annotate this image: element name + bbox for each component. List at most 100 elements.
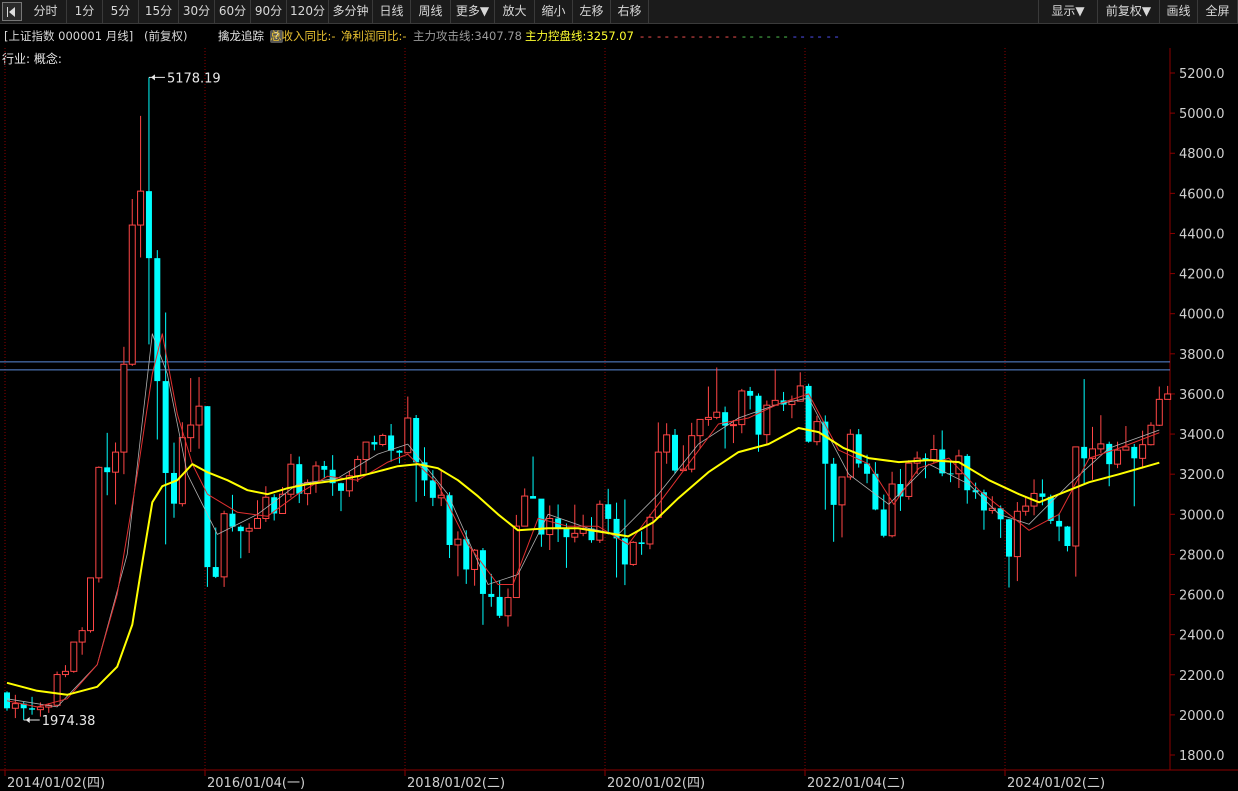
candle-2016-09 bbox=[271, 494, 278, 521]
candle-2024-02 bbox=[1013, 502, 1021, 582]
candle-2015-01 bbox=[104, 432, 111, 496]
kline-chart[interactable]: 5200.0 5000.0 4800.0 4600.0 4400.0 4200.0 4000… bbox=[0, 0, 1238, 791]
candle-2017-10 bbox=[379, 433, 387, 447]
candle-2015-08 bbox=[162, 312, 169, 545]
candle-2018-03 bbox=[421, 447, 428, 497]
low-price-label: 1974.38 bbox=[42, 714, 96, 729]
candle-2022-04 bbox=[830, 457, 837, 542]
candle-2018-10 bbox=[479, 547, 486, 625]
candle-2022-09 bbox=[872, 462, 879, 511]
candle-2014-10 bbox=[78, 627, 86, 655]
candle-2020-11 bbox=[688, 422, 696, 473]
candle-2017-02 bbox=[312, 461, 320, 493]
candle-2016-01 bbox=[204, 406, 211, 587]
y-tick-label-10: 3200.0 bbox=[1179, 468, 1225, 483]
y-tick-label-8: 3600.0 bbox=[1179, 388, 1225, 403]
x-tick-label-2: 2018/01/02(二) bbox=[407, 776, 505, 791]
candle-2021-01 bbox=[704, 386, 712, 426]
y-tick-label-11: 3000.0 bbox=[1179, 508, 1225, 523]
candle-2022-05 bbox=[838, 476, 846, 538]
candle-2025-04 bbox=[1131, 443, 1138, 507]
candle-2021-04 bbox=[729, 420, 737, 444]
candle-2016-05 bbox=[237, 525, 244, 559]
candle-2015-04 bbox=[128, 198, 136, 366]
y-tick-label-17: 1800.0 bbox=[1179, 749, 1225, 764]
high-arrow-icon bbox=[150, 74, 155, 81]
candle-2015-02 bbox=[112, 442, 120, 505]
candle-2024-04 bbox=[1030, 479, 1038, 516]
candle-2021-05 bbox=[738, 388, 746, 434]
candle-2024-07 bbox=[1056, 513, 1063, 542]
candle-2019-01 bbox=[504, 588, 512, 627]
y-tick-label-14: 2400.0 bbox=[1179, 629, 1225, 644]
candle-2019-03 bbox=[521, 488, 529, 527]
candle-2014-02 bbox=[11, 694, 19, 719]
candle-2017-05 bbox=[338, 482, 344, 512]
x-tick-label-4: 2022/01/04(二) bbox=[807, 776, 905, 791]
candle-2021-06 bbox=[747, 386, 754, 410]
y-tick-label-16: 2000.0 bbox=[1179, 709, 1225, 724]
candle-2024-03 bbox=[1022, 496, 1030, 516]
candle-2023-08 bbox=[964, 454, 971, 504]
candle-2017-08 bbox=[362, 441, 370, 473]
y-tick-label-9: 3400.0 bbox=[1179, 428, 1225, 443]
candle-2023-04 bbox=[930, 434, 938, 464]
candle-2017-04 bbox=[329, 455, 336, 496]
candle-2024-11 bbox=[1089, 426, 1096, 480]
candle-2020-09 bbox=[672, 429, 678, 474]
candle-2016-06 bbox=[245, 523, 253, 554]
candle-2024-12 bbox=[1097, 415, 1105, 453]
x-tick-label-5: 2024/01/02(二) bbox=[1007, 776, 1105, 791]
candle-2022-10 bbox=[880, 494, 887, 538]
candle-2020-06 bbox=[646, 514, 654, 550]
candle-2014-09 bbox=[70, 641, 78, 673]
x-tick-label-1: 2016/01/04(一) bbox=[207, 776, 305, 791]
candle-2014-11 bbox=[87, 577, 94, 633]
y-tick-label-12: 2800.0 bbox=[1179, 548, 1225, 563]
candle-2016-02 bbox=[212, 527, 219, 579]
candle-2017-07 bbox=[354, 455, 362, 482]
candle-2020-02 bbox=[613, 502, 620, 578]
y-tick-label-1: 5000.0 bbox=[1179, 107, 1225, 122]
y-tick-label-6: 4000.0 bbox=[1179, 308, 1225, 323]
x-tick-label-3: 2020/01/02(四) bbox=[607, 776, 705, 791]
candle-2020-07 bbox=[654, 422, 662, 518]
candle-2014-12 bbox=[95, 466, 103, 583]
candle-2025-07 bbox=[1155, 386, 1163, 427]
candle-2016-03 bbox=[220, 510, 228, 587]
candle-2019-08 bbox=[563, 523, 570, 568]
candle-2021-02 bbox=[713, 367, 721, 420]
y-tick-label-7: 3800.0 bbox=[1179, 348, 1225, 363]
candle-2023-06 bbox=[947, 461, 954, 483]
y-tick-label-2: 4800.0 bbox=[1179, 147, 1225, 162]
candle-2015-05 bbox=[137, 115, 145, 258]
candle-2015-03 bbox=[120, 346, 128, 475]
y-tick-label-15: 2200.0 bbox=[1179, 669, 1225, 684]
candle-2017-03 bbox=[321, 460, 328, 479]
candle-2017-06 bbox=[345, 470, 353, 497]
candle-2024-08 bbox=[1064, 525, 1071, 552]
candle-2021-03 bbox=[722, 406, 729, 449]
candle-2023-12 bbox=[997, 505, 1004, 538]
y-tick-label-4: 4400.0 bbox=[1179, 227, 1225, 242]
candle-2017-11 bbox=[388, 424, 395, 462]
candle-2020-01 bbox=[605, 488, 612, 535]
candle-2018-12 bbox=[496, 581, 503, 618]
candle-2018-07 bbox=[454, 531, 462, 577]
high-price-label: 5178.19 bbox=[167, 71, 221, 86]
candle-2018-08 bbox=[463, 530, 470, 584]
candle-2018-02 bbox=[413, 415, 420, 502]
x-tick-label-0: 2014/01/02(四) bbox=[7, 776, 105, 791]
candle-2022-01 bbox=[805, 383, 812, 443]
candle-2020-08 bbox=[663, 423, 671, 464]
candle-2017-09 bbox=[371, 435, 378, 451]
y-tick-label-0: 5200.0 bbox=[1179, 67, 1225, 82]
candle-2015-11 bbox=[187, 378, 195, 452]
candle-2014-08 bbox=[61, 665, 69, 678]
candle-2020-05 bbox=[638, 531, 645, 555]
candle-2016-12 bbox=[296, 456, 303, 504]
y-tick-label-13: 2600.0 bbox=[1179, 589, 1225, 604]
y-tick-label-3: 4600.0 bbox=[1179, 187, 1225, 202]
low-arrow-icon bbox=[25, 717, 30, 724]
candle-2019-12 bbox=[596, 500, 604, 543]
